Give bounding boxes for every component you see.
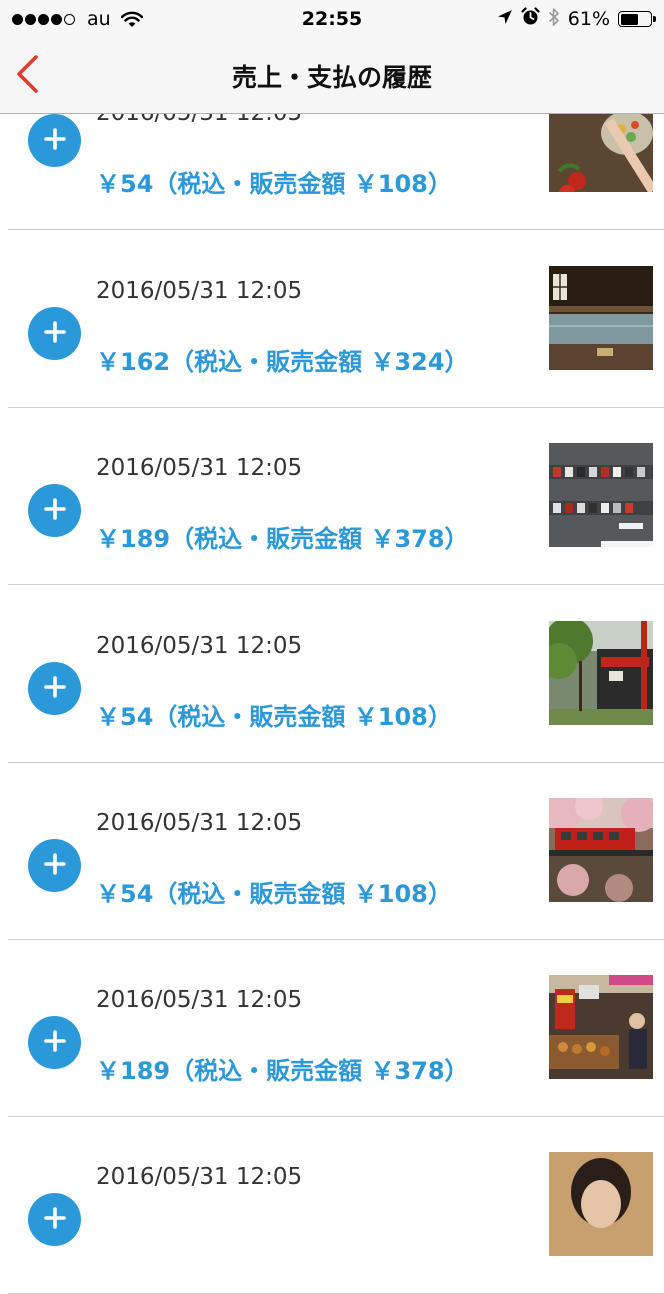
- signal-strength-icon: [12, 13, 77, 25]
- plus-icon: [42, 1028, 68, 1058]
- nav-bar: 売上・支払の履歴: [0, 38, 664, 114]
- person-portrait-photo[interactable]: [549, 1152, 653, 1256]
- row-date: 2016/05/31 12:05: [96, 455, 303, 481]
- back-button[interactable]: [10, 54, 44, 98]
- expand-plus-button[interactable]: [28, 1016, 81, 1069]
- wooden-bath-interior-photo[interactable]: [549, 266, 653, 370]
- red-train-cherry-blossom-photo[interactable]: [549, 798, 653, 902]
- street-food-stall-photo[interactable]: [549, 975, 653, 1079]
- history-row[interactable]: 2016/05/31 12:05 ￥189（税込・販売金額 ￥378）: [0, 939, 664, 1117]
- status-bar: au 22:55 61%: [0, 0, 664, 38]
- bluetooth-icon: [548, 7, 560, 32]
- page-title: 売上・支払の履歴: [231, 62, 432, 92]
- row-amount: ￥189（税込・販売金額 ￥378）: [96, 1057, 469, 1085]
- street-trees-shop-photo[interactable]: [549, 621, 653, 725]
- history-row[interactable]: 2016/05/31 12:05 ￥189（税込・販売金額 ￥378）: [0, 407, 664, 585]
- row-amount: ￥54（税込・販売金額 ￥108）: [96, 880, 452, 908]
- row-date: 2016/05/31 12:05: [96, 810, 303, 836]
- wifi-icon: [120, 11, 143, 28]
- plus-icon: [42, 1205, 68, 1235]
- row-amount: ￥54（税込・販売金額 ￥108）: [96, 703, 452, 731]
- expand-plus-button[interactable]: [28, 839, 81, 892]
- plus-icon: [42, 851, 68, 881]
- chevron-left-icon: [14, 54, 40, 98]
- expand-plus-button[interactable]: [28, 307, 81, 360]
- plus-icon: [42, 674, 68, 704]
- battery-percent: 61%: [567, 8, 610, 30]
- plus-icon: [42, 319, 68, 349]
- expand-plus-button[interactable]: [28, 114, 81, 167]
- expand-plus-button[interactable]: [28, 662, 81, 715]
- row-amount: ￥162（税込・販売金額 ￥324）: [96, 348, 469, 376]
- parking-lot-aerial-photo[interactable]: [549, 443, 653, 547]
- expand-plus-button[interactable]: [28, 484, 81, 537]
- history-row[interactable]: 2016/05/31 12:05 ￥54（税込・販売金額 ￥108）: [0, 762, 664, 940]
- alarm-clock-icon: [521, 7, 540, 31]
- row-date: 2016/05/31 12:05: [96, 278, 303, 304]
- history-row[interactable]: 2016/05/31 12:05: [0, 1116, 664, 1294]
- food-salad-photo[interactable]: [549, 111, 653, 192]
- row-amount: ￥54（税込・販売金額 ￥108）: [96, 170, 452, 198]
- row-date: 2016/05/31 12:05: [96, 987, 303, 1013]
- plus-icon: [42, 496, 68, 526]
- row-date: 2016/05/31 12:05: [96, 633, 303, 659]
- location-arrow-icon: [497, 8, 513, 30]
- status-right: 61%: [489, 0, 656, 38]
- battery-icon: [618, 11, 656, 27]
- history-row[interactable]: 2016/05/31 12:05 ￥162（税込・販売金額 ￥324）: [0, 230, 664, 408]
- row-amount: ￥189（税込・販売金額 ￥378）: [96, 525, 469, 553]
- plus-icon: [42, 126, 68, 156]
- history-row[interactable]: 2016/05/31 12:05 ￥54（税込・販売金額 ￥108）: [0, 585, 664, 763]
- carrier-label: au: [87, 8, 111, 30]
- status-left: au: [12, 0, 143, 38]
- row-date: 2016/05/31 12:05: [96, 1164, 303, 1190]
- expand-plus-button[interactable]: [28, 1193, 81, 1246]
